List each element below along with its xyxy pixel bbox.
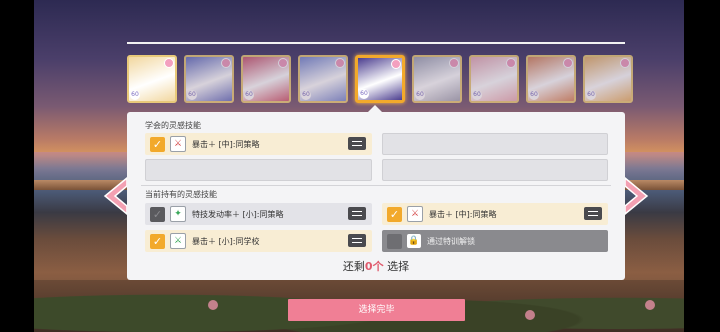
owned-section-label: 当前持有的灵感技能 bbox=[145, 190, 217, 199]
check-icon[interactable]: ✓ bbox=[387, 206, 402, 222]
prev-arrow-button[interactable] bbox=[103, 176, 129, 216]
attribute-icon bbox=[449, 58, 459, 68]
attribute-icon bbox=[221, 58, 231, 68]
learned-section-label: 学会的灵感技能 bbox=[145, 121, 201, 130]
flower-decoration bbox=[525, 310, 535, 320]
attribute-icon bbox=[620, 58, 630, 68]
card-level: 60 bbox=[529, 90, 539, 100]
owned-skill-slot-locked: ✓ 🔒 通过特训解锁 bbox=[382, 230, 608, 252]
skill-text: 暴击＋ [小]:同学校 bbox=[192, 236, 260, 246]
lock-icon: 🔒 bbox=[407, 234, 421, 248]
top-divider bbox=[127, 42, 625, 44]
check-icon[interactable]: ✓ bbox=[150, 206, 165, 222]
card-8[interactable]: 60 bbox=[526, 55, 576, 103]
card-5-selected[interactable]: 60 bbox=[355, 55, 405, 103]
skill-text: 特技发动率＋ [小]:同策略 bbox=[192, 209, 284, 219]
info-icon[interactable] bbox=[348, 234, 366, 247]
check-icon[interactable]: ✓ bbox=[150, 136, 165, 152]
skill-icon: ✦ bbox=[170, 206, 186, 222]
attribute-icon bbox=[164, 58, 174, 68]
skill-icon: ⚔ bbox=[407, 206, 423, 222]
learned-skill-slot-4 bbox=[382, 159, 608, 181]
learned-skill-slot-2 bbox=[382, 133, 608, 155]
lock-box: ✓ bbox=[387, 233, 402, 249]
flower-decoration bbox=[208, 300, 218, 310]
remaining-prefix: 还剩 bbox=[342, 260, 365, 273]
locked-text: 通过特训解锁 bbox=[427, 236, 475, 246]
chevron-left-icon bbox=[103, 176, 128, 216]
card-4[interactable]: 60 bbox=[298, 55, 348, 103]
remaining-count: 还剩0个 选择 bbox=[127, 258, 625, 274]
card-level: 60 bbox=[415, 90, 425, 100]
card-6[interactable]: 60 bbox=[412, 55, 462, 103]
learned-skill-slot-1[interactable]: ✓ ⚔ 暴击＋ [中]:同策略 bbox=[145, 133, 372, 155]
remaining-number: 0 bbox=[364, 260, 373, 273]
skill-icon: ⚔ bbox=[170, 233, 186, 249]
section-divider bbox=[141, 185, 611, 186]
remaining-suffix: 选择 bbox=[383, 260, 410, 273]
attribute-icon bbox=[391, 59, 401, 69]
card-2[interactable]: 60 bbox=[184, 55, 234, 103]
card-3[interactable]: 60 bbox=[241, 55, 291, 103]
info-icon[interactable] bbox=[348, 207, 366, 220]
card-level: 60 bbox=[586, 90, 596, 100]
attribute-icon bbox=[278, 58, 288, 68]
skill-panel: 学会的灵感技能 ✓ ⚔ 暴击＋ [中]:同策略 当前持有的灵感技能 ✓ ✦ 特技… bbox=[127, 112, 625, 280]
flower-decoration bbox=[645, 300, 655, 310]
info-icon[interactable] bbox=[584, 207, 602, 220]
attribute-icon bbox=[335, 58, 345, 68]
skill-text: 暴击＋ [中]:同策略 bbox=[192, 139, 260, 149]
skill-icon: ⚔ bbox=[170, 136, 186, 152]
owned-skill-slot-1[interactable]: ✓ ✦ 特技发动率＋ [小]:同策略 bbox=[145, 203, 372, 225]
skill-text: 暴击＋ [中]:同策略 bbox=[429, 209, 497, 219]
card-9[interactable]: 60 bbox=[583, 55, 633, 103]
card-level: 60 bbox=[130, 90, 140, 100]
owned-skill-slot-2[interactable]: ✓ ⚔ 暴击＋ [中]:同策略 bbox=[382, 203, 608, 225]
card-selector[interactable]: 60 60 60 60 60 60 60 60 60 bbox=[127, 55, 633, 105]
attribute-icon bbox=[506, 58, 516, 68]
attribute-icon bbox=[563, 58, 573, 68]
card-level: 60 bbox=[359, 89, 369, 99]
chevron-right-icon bbox=[624, 176, 649, 216]
next-arrow-button[interactable] bbox=[623, 176, 649, 216]
card-level: 60 bbox=[187, 90, 197, 100]
card-1[interactable]: 60 bbox=[127, 55, 177, 103]
card-level: 60 bbox=[244, 90, 254, 100]
remaining-unit: 个 bbox=[372, 260, 384, 273]
learned-skill-slot-3 bbox=[145, 159, 372, 181]
check-icon[interactable]: ✓ bbox=[150, 233, 165, 249]
info-icon[interactable] bbox=[348, 137, 366, 150]
done-button[interactable]: 选择完毕 bbox=[288, 299, 465, 321]
card-level: 60 bbox=[301, 90, 311, 100]
card-7[interactable]: 60 bbox=[469, 55, 519, 103]
owned-skill-slot-3[interactable]: ✓ ⚔ 暴击＋ [小]:同学校 bbox=[145, 230, 372, 252]
card-level: 60 bbox=[472, 90, 482, 100]
